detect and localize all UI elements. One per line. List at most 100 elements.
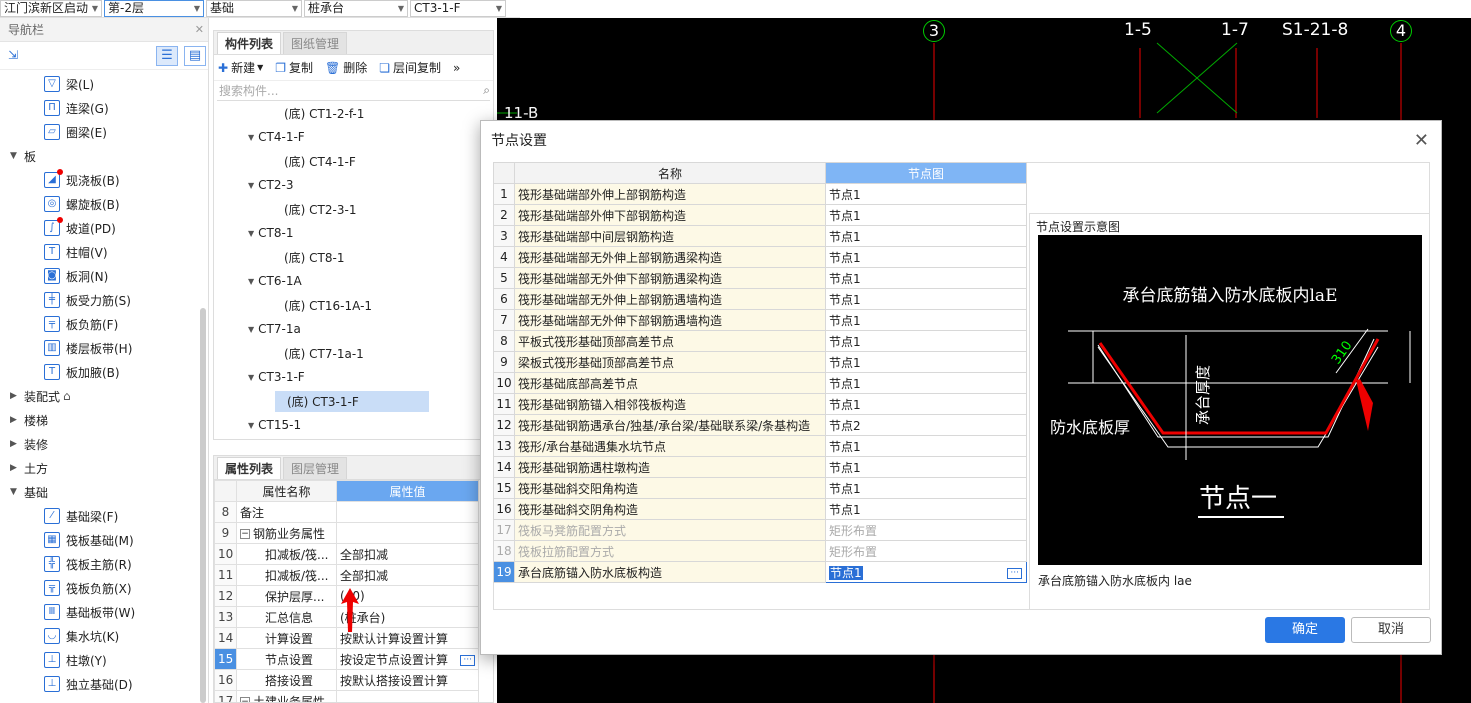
pin-icon[interactable]: ⇲ — [8, 48, 18, 62]
nav-item[interactable]: ╬ 筏板主筋(R) — [0, 552, 200, 576]
node-setting-row[interactable]: 16 筏形基础斜交阴角构造 节点1 — [493, 498, 1027, 520]
node-setting-row[interactable]: 17 筏板马凳筋配置方式 矩形布置 — [493, 519, 1027, 541]
nav-item[interactable]: ∫ 坡道(PD) — [0, 216, 200, 240]
node-setting-row[interactable]: 3 筏形基础端部中间层钢筋构造 节点1 — [493, 225, 1027, 247]
component-item[interactable]: (底) CT4-1-F — [214, 149, 493, 173]
property-row[interactable]: 16 搭接设置 按默认搭接设置计算 — [214, 669, 479, 691]
node-setting-row[interactable]: 11 筏形基础钢筋锚入相邻筏板构造 节点1 — [493, 393, 1027, 415]
property-value-cell[interactable]: 按设定节点设置计算 ··· — [336, 648, 479, 670]
nav-item[interactable]: ⊥ 柱墩(Y) — [0, 648, 200, 672]
copy-button[interactable]: ❐ 复制 — [275, 59, 313, 76]
nav-item[interactable]: T 板加腋(B) — [0, 360, 200, 384]
tab-drawing-management[interactable]: 图纸管理 — [283, 32, 348, 54]
nav-item[interactable]: Ⅲ 基础板带(W) — [0, 600, 200, 624]
node-setting-value-cell[interactable]: 矩形布置 — [825, 519, 1027, 541]
chevron-down-icon[interactable]: ▼ — [248, 133, 254, 142]
property-row[interactable]: 8 备注 — [214, 501, 479, 523]
delete-button[interactable]: 🗑 删除 — [325, 59, 367, 76]
property-row[interactable]: 10 扣减板/筏... 全部扣减 — [214, 543, 479, 565]
item-select[interactable]: CT3-1-F ▼ — [410, 0, 506, 17]
node-setting-value-cell[interactable]: 节点1 — [825, 498, 1027, 520]
nav-item[interactable]: ╤ 板负筋(F) — [0, 312, 200, 336]
list-view-icon[interactable]: ☰ — [156, 46, 178, 66]
category-select[interactable]: 基础 ▼ — [206, 0, 302, 17]
collapse-icon[interactable]: − — [240, 529, 250, 539]
property-value-cell[interactable]: 全部扣减 — [336, 564, 479, 586]
property-value-cell[interactable] — [336, 501, 479, 523]
search-icon[interactable]: ⌕ — [483, 83, 490, 98]
node-setting-row[interactable]: 1 筏形基础端部外伸上部钢筋构造 节点1 — [493, 183, 1027, 205]
chevron-down-icon[interactable]: ▼ — [248, 277, 254, 286]
node-setting-row[interactable]: 14 筏形基础钢筋遇柱墩构造 节点1 — [493, 456, 1027, 478]
chevron-down-icon[interactable]: ▼ — [10, 151, 24, 161]
nav-item[interactable]: ▥ 楼层板带(H) — [0, 336, 200, 360]
nav-item[interactable]: ▦ 筏板基础(M) — [0, 528, 200, 552]
component-group[interactable]: ▼ CT8-1 — [214, 221, 493, 245]
component-item[interactable]: (底) CT1-2-f-1 — [214, 101, 493, 125]
node-setting-row[interactable]: 13 筏形/承台基础遇集水坑节点 节点1 — [493, 435, 1027, 457]
chevron-down-icon[interactable]: ▼ — [10, 487, 24, 497]
cancel-button[interactable]: 取消 — [1351, 617, 1431, 643]
chevron-down-icon[interactable]: ▼ — [248, 181, 254, 190]
chevron-right-icon[interactable]: ▶ — [10, 391, 24, 401]
chevron-right-icon[interactable]: ▶ — [10, 415, 24, 425]
chevron-down-icon[interactable]: ▼ — [248, 421, 254, 430]
node-setting-value-cell[interactable]: 节点1 — [825, 372, 1027, 394]
node-setting-value-cell[interactable]: 节点1 — [825, 204, 1027, 226]
floor-copy-button[interactable]: ❏ 层间复制 — [379, 59, 441, 76]
property-row[interactable]: 9− 钢筋业务属性 — [214, 522, 479, 544]
property-value-cell[interactable] — [336, 522, 479, 544]
type-select[interactable]: 桩承台 ▼ — [304, 0, 408, 17]
node-setting-row[interactable]: 6 筏形基础端部无外伸上部钢筋遇墙构造 节点1 — [493, 288, 1027, 310]
property-value-cell[interactable]: 按默认搭接设置计算 — [336, 669, 479, 691]
nav-scrollbar[interactable] — [200, 308, 206, 703]
floor-select[interactable]: 第-2层 ▼ — [104, 0, 204, 17]
node-setting-row[interactable]: 10 筏形基础底部高差节点 节点1 — [493, 372, 1027, 394]
node-setting-value-cell[interactable]: 矩形布置 — [825, 540, 1027, 562]
chevron-right-icon[interactable]: ▶ — [10, 439, 24, 449]
node-setting-row[interactable]: 4 筏形基础端部无外伸上部钢筋遇梁构造 节点1 — [493, 246, 1027, 268]
new-button[interactable]: ✚ 新建 ▼ — [218, 59, 263, 76]
node-setting-value-cell[interactable]: 节点1 ··· — [825, 561, 1027, 583]
node-setting-value-cell[interactable]: 节点2 — [825, 414, 1027, 436]
property-value-cell[interactable] — [336, 690, 479, 702]
component-group[interactable]: ▼ CT3-1-F — [214, 365, 493, 389]
chevron-down-icon[interactable]: ▼ — [248, 325, 254, 334]
nav-item[interactable]: ▶ 装修 — [0, 432, 200, 456]
nav-item[interactable]: ╦ 筏板负筋(X) — [0, 576, 200, 600]
component-item[interactable]: (底) CT2-3-1 — [214, 197, 493, 221]
property-row[interactable]: 17− 土建业务属性 — [214, 690, 479, 702]
node-setting-value-cell[interactable]: 节点1 — [825, 456, 1027, 478]
node-setting-row[interactable]: 15 筏形基础斜交阳角构造 节点1 — [493, 477, 1027, 499]
nav-item[interactable]: ▽ 梁(L) — [0, 72, 200, 96]
component-item[interactable]: (底) CT8-1 — [214, 245, 493, 269]
component-search[interactable]: 搜索构件... ⌕ — [217, 81, 490, 101]
nav-item[interactable]: ▶ 楼梯 — [0, 408, 200, 432]
nav-item[interactable]: ⊥ 独立基础(D) — [0, 672, 200, 696]
nav-item[interactable]: ╪ 板受力筋(S) — [0, 288, 200, 312]
nav-item[interactable]: ◎ 螺旋板(B) — [0, 192, 200, 216]
nav-item[interactable]: ▼ 板 — [0, 144, 200, 168]
node-setting-row[interactable]: 19 承台底筋锚入防水底板构造 节点1 ··· — [493, 561, 1027, 583]
node-setting-row[interactable]: 7 筏形基础端部无外伸下部钢筋遇墙构造 节点1 — [493, 309, 1027, 331]
detail-view-icon[interactable]: ▤ — [184, 46, 206, 66]
component-group[interactable]: ▼ CT15-1 — [214, 413, 493, 437]
node-setting-value-cell[interactable]: 节点1 — [825, 288, 1027, 310]
close-icon[interactable]: ✕ — [1414, 121, 1429, 161]
ok-button[interactable]: 确定 — [1265, 617, 1345, 643]
nav-item[interactable]: ▼ 基础 — [0, 480, 200, 504]
node-setting-value-cell[interactable]: 节点1 — [825, 435, 1027, 457]
node-setting-value-cell[interactable]: 节点1 — [825, 477, 1027, 499]
project-select[interactable]: 江门滨新区启动 ▼ — [0, 0, 102, 17]
node-setting-value-cell[interactable]: 节点1 — [825, 351, 1027, 373]
node-setting-value-cell[interactable]: 节点1 — [825, 246, 1027, 268]
nav-item[interactable]: ▱ 圈梁(E) — [0, 120, 200, 144]
node-setting-value-cell[interactable]: 节点1 — [825, 393, 1027, 415]
node-setting-value-cell[interactable]: 节点1 — [825, 330, 1027, 352]
property-row[interactable]: 15 节点设置 按设定节点设置计算 ··· — [214, 648, 479, 670]
nav-item[interactable]: ◙ 板洞(N) — [0, 264, 200, 288]
chevron-down-icon[interactable]: ▼ — [248, 373, 254, 382]
node-setting-value-cell[interactable]: 节点1 — [825, 309, 1027, 331]
node-setting-row[interactable]: 2 筏形基础端部外伸下部钢筋构造 节点1 — [493, 204, 1027, 226]
component-group[interactable]: ▼ CT6-1A — [214, 269, 493, 293]
